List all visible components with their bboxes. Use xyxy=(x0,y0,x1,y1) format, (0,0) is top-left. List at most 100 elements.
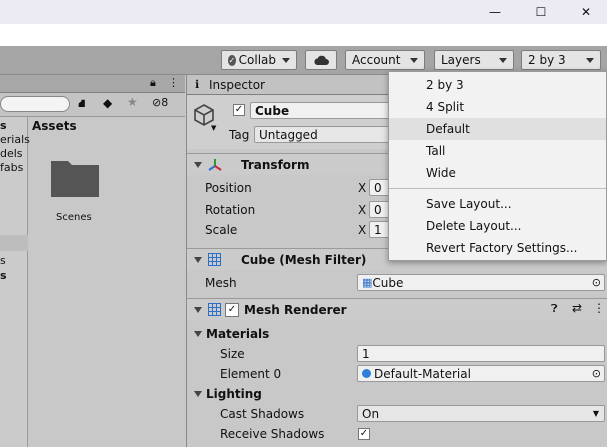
project-tab-header: 🔒︎ ⋮ xyxy=(0,75,185,93)
material-sphere-icon xyxy=(362,369,371,378)
chevron-down-icon: ▼ xyxy=(592,409,599,418)
scenes-folder-label[interactable]: Scenes xyxy=(56,212,92,223)
lock-icon[interactable]: 🔒︎ xyxy=(150,76,156,90)
mesh-field[interactable]: ▦ Cube ⊙ xyxy=(357,274,605,291)
scenes-folder[interactable] xyxy=(50,155,100,199)
close-button[interactable]: ✕ xyxy=(563,0,607,24)
maximize-button[interactable]: ☐ xyxy=(518,0,564,24)
collab-label: Collab xyxy=(238,53,276,67)
cast-shadows-row: Cast Shadows On ▼ xyxy=(187,404,607,424)
delete-layout-item[interactable]: Delete Layout... xyxy=(389,215,606,237)
element0-row: Element 0 Default-Material ⊙ xyxy=(187,364,607,384)
mesh-grid-icon: ▦ xyxy=(362,276,373,289)
chevron-down-icon xyxy=(282,57,290,63)
chevron-down-icon xyxy=(499,57,507,63)
close-icon: ✕ xyxy=(580,5,592,19)
element0-label: Element 0 xyxy=(220,367,282,381)
more-icon[interactable]: ⋮ xyxy=(593,301,605,315)
mesh-renderer-title: Mesh Renderer xyxy=(244,302,347,317)
x-label: X xyxy=(358,223,367,237)
tree-item-prefabs[interactable]: fabs xyxy=(0,161,23,174)
star-icon[interactable]: ★ xyxy=(127,95,138,109)
rotation-label: Rotation xyxy=(205,203,256,217)
cast-shadows-dropdown[interactable]: On ▼ xyxy=(357,405,605,422)
revert-factory-settings-item[interactable]: Revert Factory Settings... xyxy=(389,237,606,259)
collab-button[interactable]: ✓ Collab xyxy=(221,50,297,70)
object-name-field[interactable]: Cube xyxy=(250,102,400,119)
size-row: Size 1 xyxy=(187,344,607,364)
mesh-row: Mesh ▦ Cube ⊙ xyxy=(187,273,607,293)
minimize-button[interactable]: — xyxy=(472,0,518,24)
tree-item-selected[interactable] xyxy=(0,235,28,251)
size-field[interactable]: 1 xyxy=(357,345,605,362)
hidden-packages-icon[interactable]: ⊘8 xyxy=(152,96,168,109)
mesh-renderer-icon xyxy=(208,303,221,316)
minimize-icon: — xyxy=(489,5,501,19)
layout-menu-item-wide[interactable]: Wide xyxy=(389,162,606,184)
maximize-icon: ☐ xyxy=(535,5,547,19)
project-tree: s erials dels fabs s s xyxy=(0,117,30,447)
mesh-renderer-header[interactable]: ✓ Mesh Renderer ❓︎ ⇄ ⋮ xyxy=(187,298,607,320)
layout-menu-item-4split[interactable]: 4 Split xyxy=(389,96,606,118)
layers-dropdown[interactable]: Layers xyxy=(434,50,514,70)
tree-item[interactable]: s xyxy=(0,119,7,132)
account-dropdown[interactable]: Account xyxy=(345,50,425,70)
mesh-renderer-enabled-checkbox[interactable]: ✓ xyxy=(225,302,239,317)
tree-item-models[interactable]: dels xyxy=(0,147,23,160)
mesh-filter-title: Cube (Mesh Filter) xyxy=(241,252,367,267)
lighting-label: Lighting xyxy=(206,387,262,401)
account-label: Account xyxy=(352,53,401,67)
inspector-tab-title: Inspector xyxy=(209,78,265,92)
cloud-button[interactable] xyxy=(305,50,337,70)
layout-dropdown[interactable]: 2 by 3 xyxy=(521,50,601,70)
foldout-arrow-icon[interactable] xyxy=(194,256,202,263)
layout-label: 2 by 3 xyxy=(528,53,566,67)
tag-dropdown[interactable]: Untagged xyxy=(254,126,400,143)
layout-menu-item-2by3[interactable]: 2 by 3 xyxy=(389,74,606,96)
receive-shadows-label: Receive Shadows xyxy=(220,427,325,441)
more-icon[interactable]: ⋮ xyxy=(168,76,179,89)
position-label: Position xyxy=(205,181,252,195)
foldout-arrow-icon[interactable] xyxy=(194,306,202,313)
layout-menu-item-default[interactable]: Default xyxy=(389,118,606,140)
transform-title: Transform xyxy=(241,157,310,172)
object-picker-icon[interactable]: ⊙ xyxy=(592,276,601,289)
help-icon[interactable]: ❓︎ xyxy=(551,302,558,316)
tree-item[interactable]: s xyxy=(0,254,6,267)
object-picker-icon[interactable]: ⊙ xyxy=(592,367,601,380)
project-panel: 🔒︎ ⋮ ⛘ ◆ ★ ⊘8 s erials dels fabs s s Ass… xyxy=(0,75,185,447)
label-tag-icon[interactable]: ◆ xyxy=(103,96,112,110)
icon-dropdown-caret[interactable]: ▼ xyxy=(211,124,216,132)
info-icon: ℹ xyxy=(195,78,200,91)
layout-menu: 2 by 3 4 Split Default Tall Wide Save La… xyxy=(388,71,607,261)
chevron-down-icon xyxy=(586,57,594,63)
materials-label: Materials xyxy=(206,327,270,341)
project-search-input[interactable] xyxy=(0,96,70,112)
mesh-filter-icon xyxy=(208,253,221,266)
layers-label: Layers xyxy=(441,53,481,67)
preset-icon[interactable]: ⇄ xyxy=(572,301,582,315)
x-label: X xyxy=(358,181,367,195)
foldout-arrow-icon[interactable] xyxy=(194,331,202,337)
foldout-arrow-icon[interactable] xyxy=(194,161,202,168)
cloud-icon xyxy=(314,55,329,65)
mesh-label: Mesh xyxy=(205,276,237,290)
save-layout-item[interactable]: Save Layout... xyxy=(389,193,606,215)
tree-item-materials[interactable]: erials xyxy=(0,133,30,146)
check-circle-icon: ✓ xyxy=(228,54,236,66)
foldout-arrow-icon[interactable] xyxy=(194,391,202,397)
filter-by-type-icon[interactable]: ⛘ xyxy=(78,97,86,112)
receive-shadows-checkbox[interactable]: ✓ xyxy=(358,428,370,440)
materials-row[interactable]: Materials xyxy=(187,324,607,344)
menu-strip xyxy=(0,24,607,46)
hidden-packages-count: 8 xyxy=(161,96,169,109)
tree-item-packages[interactable]: s xyxy=(0,269,7,282)
layout-menu-item-tall[interactable]: Tall xyxy=(389,140,606,162)
scale-label: Scale xyxy=(205,223,238,237)
element0-field[interactable]: Default-Material ⊙ xyxy=(357,365,605,382)
cast-shadows-label: Cast Shadows xyxy=(220,407,305,421)
active-checkbox[interactable]: ✓ xyxy=(233,104,245,116)
project-search-bar: ⛘ ◆ ★ ⊘8 xyxy=(0,93,185,117)
lighting-row[interactable]: Lighting xyxy=(187,384,607,404)
chevron-down-icon xyxy=(410,57,418,63)
